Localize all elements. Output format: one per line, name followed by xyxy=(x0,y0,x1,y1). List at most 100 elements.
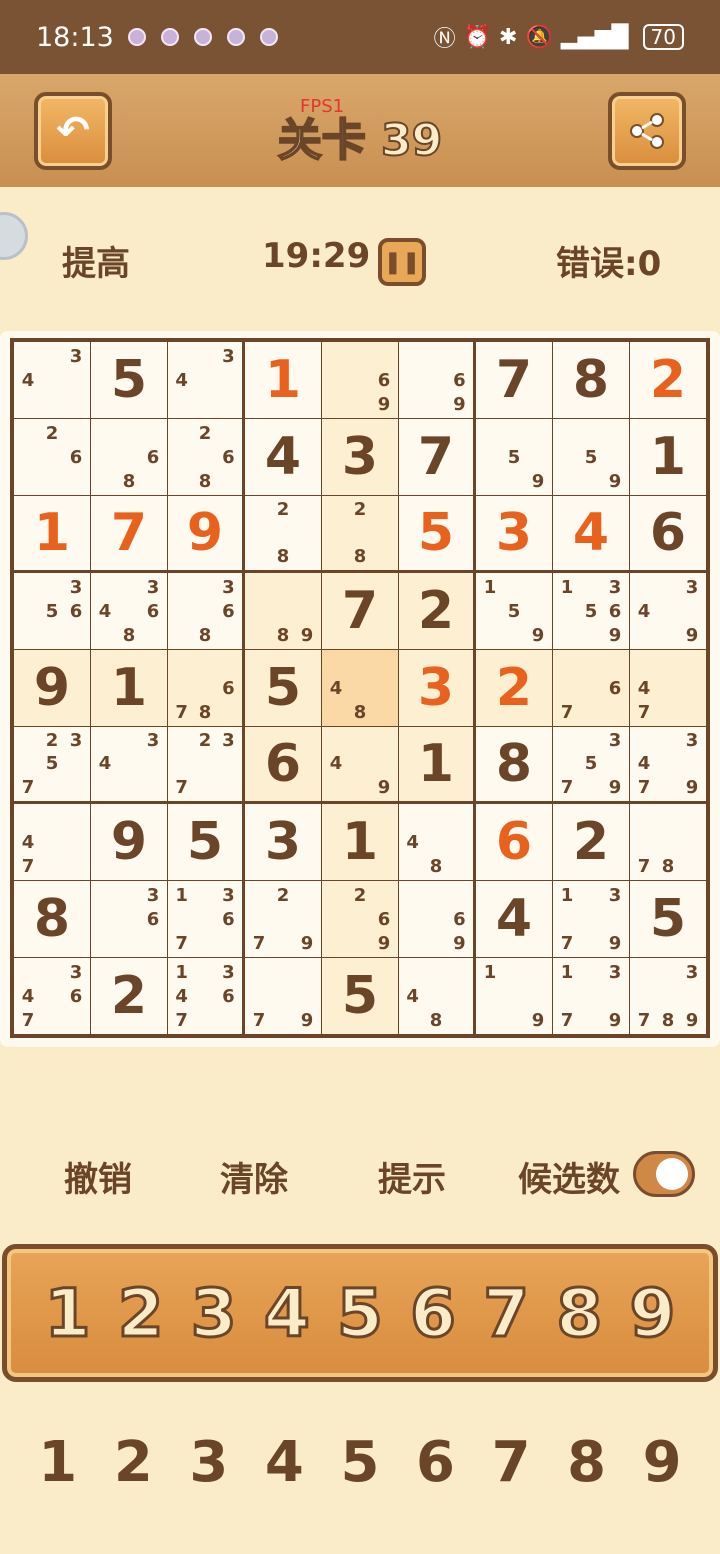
sudoku-cell[interactable]: 3 xyxy=(476,496,552,572)
sudoku-cell[interactable]: 2 xyxy=(399,573,475,649)
sudoku-cell[interactable]: 3 xyxy=(322,419,398,495)
number-key[interactable]: 1 xyxy=(38,1430,77,1495)
sudoku-cell[interactable]: 23 7 xyxy=(168,727,244,803)
sudoku-cell[interactable]: 3 4 6 7 xyxy=(14,958,90,1034)
sudoku-cell[interactable]: 8 xyxy=(553,342,629,418)
number-key[interactable]: 9 xyxy=(643,1430,682,1495)
sudoku-cell[interactable]: 1 3 7 9 xyxy=(553,958,629,1034)
sudoku-cell[interactable]: 269 xyxy=(322,881,398,957)
sudoku-cell[interactable]: 67 xyxy=(553,650,629,726)
sudoku-cell[interactable]: 19 xyxy=(476,958,552,1034)
sudoku-cell[interactable]: 2357 xyxy=(14,727,90,803)
sudoku-cell[interactable]: 6 xyxy=(245,727,321,803)
sudoku-cell[interactable]: 2 xyxy=(91,958,167,1034)
sudoku-cell[interactable]: 5 xyxy=(399,496,475,572)
sudoku-cell[interactable]: 1 xyxy=(322,804,398,880)
sudoku-cell[interactable]: 9 xyxy=(14,650,90,726)
sudoku-cell[interactable]: 9 xyxy=(91,804,167,880)
sudoku-cell[interactable]: 3 47 9 xyxy=(630,727,706,803)
sudoku-cell[interactable]: 6 xyxy=(630,496,706,572)
sudoku-cell[interactable]: 5 xyxy=(168,804,244,880)
sudoku-cell[interactable]: 34 xyxy=(14,342,90,418)
number-key[interactable]: 5 xyxy=(340,1430,379,1495)
sudoku-cell[interactable]: 357 9 xyxy=(553,727,629,803)
undo-button[interactable]: 撤销 xyxy=(64,1152,132,1201)
sudoku-cell[interactable]: 48 xyxy=(399,804,475,880)
share-button[interactable] xyxy=(608,92,686,170)
numpad-key[interactable]: 1 xyxy=(43,1273,92,1353)
numpad-key[interactable]: 5 xyxy=(336,1273,385,1353)
sudoku-cell[interactable]: 2 xyxy=(553,804,629,880)
floating-bubble[interactable] xyxy=(0,212,28,260)
sudoku-cell[interactable]: 69 xyxy=(399,342,475,418)
numpad-key[interactable]: 4 xyxy=(262,1273,311,1353)
sudoku-cell[interactable]: 4 xyxy=(553,496,629,572)
numpad-key[interactable]: 3 xyxy=(189,1273,238,1353)
sudoku-cell[interactable]: 3 xyxy=(399,650,475,726)
sudoku-cell[interactable]: 34 xyxy=(91,727,167,803)
sudoku-cell[interactable]: 1 3 7 9 xyxy=(553,881,629,957)
numpad-key[interactable]: 2 xyxy=(116,1273,165,1353)
sudoku-cell[interactable]: 5 xyxy=(322,958,398,1034)
sudoku-cell[interactable]: 28 xyxy=(245,496,321,572)
sudoku-cell[interactable]: 2 xyxy=(476,650,552,726)
sudoku-cell[interactable]: 8 xyxy=(14,881,90,957)
sudoku-cell[interactable]: 3 789 xyxy=(630,958,706,1034)
sudoku-cell[interactable]: 5 xyxy=(91,342,167,418)
sudoku-cell[interactable]: 59 xyxy=(476,419,552,495)
sudoku-cell[interactable]: 7 xyxy=(91,496,167,572)
sudoku-cell[interactable]: 368 xyxy=(168,573,244,649)
sudoku-cell[interactable]: 3 xyxy=(245,804,321,880)
numpad-key[interactable]: 8 xyxy=(555,1273,604,1353)
sudoku-cell[interactable]: 69 xyxy=(399,881,475,957)
sudoku-cell[interactable]: 49 xyxy=(322,727,398,803)
sudoku-cell[interactable]: 1 xyxy=(245,342,321,418)
sudoku-cell[interactable]: 1 xyxy=(14,496,90,572)
sudoku-cell[interactable]: 59 xyxy=(553,419,629,495)
candidates-toggle[interactable] xyxy=(633,1151,695,1197)
sudoku-cell[interactable]: 2 7 9 xyxy=(245,881,321,957)
sudoku-cell[interactable]: 6 xyxy=(476,804,552,880)
sudoku-cell[interactable]: 7 xyxy=(322,573,398,649)
sudoku-cell[interactable]: 4 xyxy=(476,881,552,957)
sudoku-cell[interactable]: 1 3569 xyxy=(553,573,629,649)
numpad-key[interactable]: 6 xyxy=(409,1273,458,1353)
numpad-key[interactable]: 7 xyxy=(482,1273,531,1353)
number-key[interactable]: 4 xyxy=(265,1430,304,1495)
sudoku-cell[interactable]: 47 xyxy=(14,804,90,880)
sudoku-cell[interactable]: 4 xyxy=(245,419,321,495)
sudoku-cell[interactable]: 36 xyxy=(91,881,167,957)
sudoku-cell[interactable]: 89 xyxy=(245,573,321,649)
sudoku-cell[interactable]: 2 xyxy=(630,342,706,418)
number-key[interactable]: 2 xyxy=(114,1430,153,1495)
sudoku-cell[interactable]: 34 xyxy=(168,342,244,418)
sudoku-cell[interactable]: 159 xyxy=(476,573,552,649)
sudoku-cell[interactable]: 68 xyxy=(91,419,167,495)
sudoku-cell[interactable]: 48 xyxy=(399,958,475,1034)
sudoku-cell[interactable]: 7 xyxy=(476,342,552,418)
sudoku-cell[interactable]: 78 xyxy=(630,804,706,880)
number-key[interactable]: 3 xyxy=(189,1430,228,1495)
sudoku-cell[interactable]: 356 xyxy=(14,573,90,649)
sudoku-cell[interactable]: 6 78 xyxy=(168,650,244,726)
numpad-key[interactable]: 9 xyxy=(628,1273,677,1353)
sudoku-cell[interactable]: 268 xyxy=(168,419,244,495)
sudoku-cell[interactable]: 5 xyxy=(630,881,706,957)
number-key[interactable]: 6 xyxy=(416,1430,455,1495)
clear-button[interactable]: 清除 xyxy=(220,1152,288,1201)
sudoku-cell[interactable]: 48 xyxy=(322,650,398,726)
sudoku-cell[interactable]: 1 xyxy=(399,727,475,803)
sudoku-cell[interactable]: 1 3 4 6 7 xyxy=(168,958,244,1034)
sudoku-cell[interactable]: 28 xyxy=(322,496,398,572)
number-key[interactable]: 8 xyxy=(567,1430,606,1495)
sudoku-cell[interactable]: 5 xyxy=(245,650,321,726)
sudoku-cell[interactable]: 3 4 9 xyxy=(630,573,706,649)
sudoku-cell[interactable]: 1 xyxy=(91,650,167,726)
sudoku-cell[interactable]: 9 xyxy=(168,496,244,572)
sudoku-cell[interactable]: 3 4 68 xyxy=(91,573,167,649)
sudoku-cell[interactable]: 26 xyxy=(14,419,90,495)
hint-button[interactable]: 提示 xyxy=(378,1152,446,1201)
pause-button[interactable]: ❚❚ xyxy=(378,238,426,286)
sudoku-cell[interactable]: 8 xyxy=(476,727,552,803)
sudoku-cell[interactable]: 79 xyxy=(245,958,321,1034)
